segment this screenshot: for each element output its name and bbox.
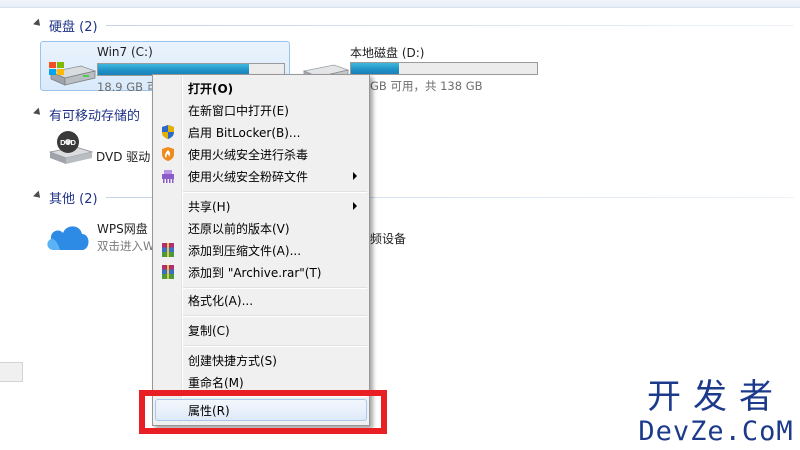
menu-item-share[interactable]: 共享(H)	[155, 195, 367, 217]
section-title: 有可移动存储的	[49, 108, 141, 124]
windows-hard-drive-icon	[49, 62, 97, 86]
menu-item-huorong-shred[interactable]: 使用火绒安全粉碎文件	[155, 165, 367, 187]
menu-item-open-new-window[interactable]: 在新窗口中打开(E)	[155, 99, 367, 121]
wps-cloud-subtitle: 双击进入W	[97, 239, 155, 253]
menu-separator	[183, 191, 367, 193]
section-header-other[interactable]: 其他 (2)	[33, 188, 794, 207]
menu-item-label: 添加到 "Archive.rar"(T)	[188, 266, 322, 280]
dvd-drive[interactable]: DVD DVD 驱动	[40, 128, 152, 178]
menu-separator	[183, 345, 367, 347]
cloud-icon	[47, 226, 89, 250]
menu-item-label: 添加到压缩文件(A)...	[188, 244, 302, 258]
drive-d-usage-bar	[350, 62, 538, 75]
menu-item-open[interactable]: 打开(O)	[155, 77, 367, 99]
menu-item-add-to-archive[interactable]: 添加到压缩文件(A)...	[155, 239, 367, 261]
huorong-shield-icon	[162, 147, 174, 161]
wps-cloud-name: WPS网盘	[97, 222, 148, 236]
menu-item-label: 使用火绒安全进行杀毒	[188, 148, 309, 162]
winrar-icon	[162, 265, 174, 279]
drive-c-name: Win7 (C:)	[97, 45, 153, 59]
menu-item-label: 共享(H)	[188, 200, 231, 214]
wps-cloud-drive[interactable]: WPS网盘 双击进入W	[40, 212, 155, 262]
menu-item-label: 打开(O)	[188, 82, 234, 96]
drive-d-name: 本地磁盘 (D:)	[350, 46, 425, 60]
watermark-english: DevZe.CoM	[638, 416, 794, 447]
drive-d-usage-fill	[351, 63, 400, 74]
section-header-removable[interactable]: 有可移动存储的	[33, 105, 794, 124]
uac-shield-icon	[162, 125, 174, 139]
menu-item-label: 格式化(A)...	[188, 294, 254, 308]
dvd-drive-name: DVD 驱动	[96, 150, 151, 164]
submenu-arrow-icon	[353, 202, 357, 210]
navigation-pane-scroll-handle[interactable]	[0, 362, 23, 382]
navigation-pane	[0, 8, 24, 450]
watermark: 开发者 DevZe.CoM	[636, 378, 796, 448]
menu-item-bitlocker[interactable]: 启用 BitLocker(B)...	[155, 121, 367, 143]
menu-item-copy[interactable]: 复制(C)	[155, 319, 367, 341]
menu-item-label: 复制(C)	[188, 324, 230, 338]
menu-item-label: 使用火绒安全粉碎文件	[188, 170, 309, 184]
submenu-arrow-icon	[353, 172, 357, 180]
section-divider	[106, 25, 794, 26]
context-menu: 打开(O) 在新窗口中打开(E) 启用 BitLocker(B)... 使用火绒…	[152, 74, 370, 426]
collapse-triangle-icon[interactable]	[33, 18, 43, 29]
menu-item-label: 创建快捷方式(S)	[188, 354, 277, 368]
section-title: 硬盘 (2)	[49, 19, 98, 35]
shredder-icon	[162, 170, 174, 183]
collapse-triangle-icon[interactable]	[33, 107, 43, 118]
watermark-chinese: 开发者	[647, 377, 785, 417]
winrar-icon	[162, 243, 174, 257]
menu-item-label: 重命名(M)	[188, 376, 244, 390]
menu-item-create-shortcut[interactable]: 创建快捷方式(S)	[155, 349, 367, 371]
section-title: 其他 (2)	[49, 191, 98, 207]
menu-item-add-to-archive-rar[interactable]: 添加到 "Archive.rar"(T)	[155, 261, 367, 283]
dvd-drive-icon: DVD	[48, 131, 94, 164]
collapse-triangle-icon[interactable]	[33, 190, 43, 201]
annotation-highlight-box	[139, 390, 387, 434]
video-device-name[interactable]: 频设备	[370, 230, 406, 247]
dvd-badge: DVD	[60, 138, 76, 147]
menu-item-huorong-scan[interactable]: 使用火绒安全进行杀毒	[155, 143, 367, 165]
drive-c-free-space: 18.9 GB 可	[97, 80, 159, 94]
menu-item-format[interactable]: 格式化(A)...	[155, 289, 367, 311]
menu-item-label: 启用 BitLocker(B)...	[188, 126, 301, 140]
toolbar-strip	[0, 0, 800, 8]
menu-item-label: 在新窗口中打开(E)	[188, 104, 289, 118]
drive-d-free-space: GB 可用，共 138 GB	[370, 79, 483, 93]
menu-separator	[183, 315, 367, 317]
menu-item-restore-previous[interactable]: 还原以前的版本(V)	[155, 217, 367, 239]
menu-item-label: 还原以前的版本(V)	[188, 222, 290, 236]
section-header-hard-disks[interactable]: 硬盘 (2)	[33, 16, 794, 35]
